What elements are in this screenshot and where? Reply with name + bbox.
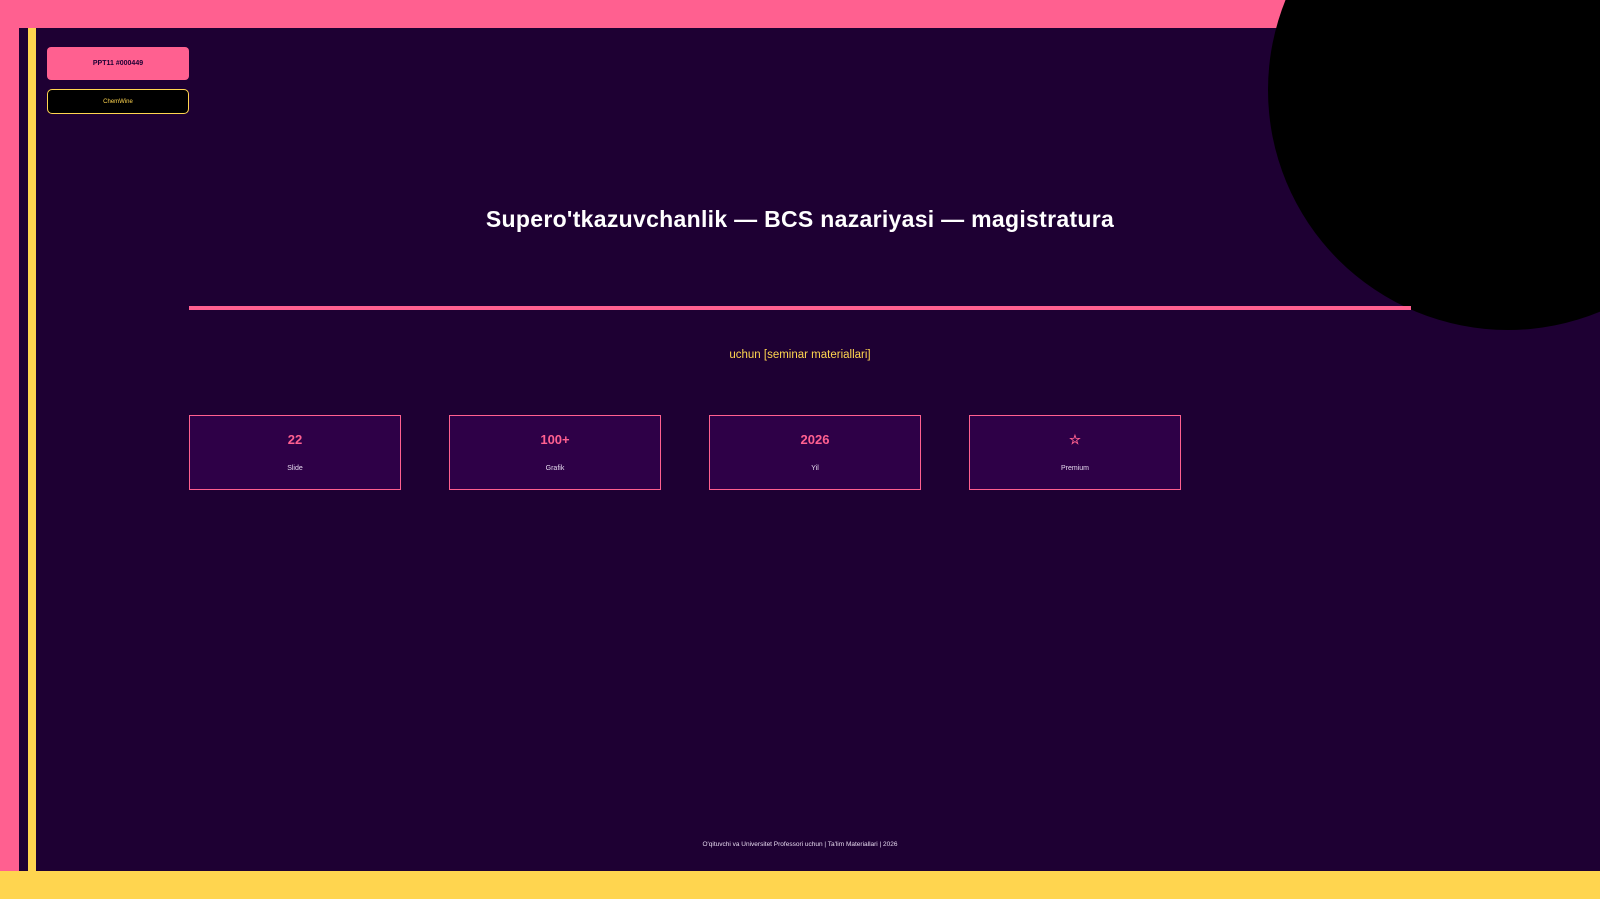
stat-label: Slide xyxy=(287,465,303,472)
slide-subtitle: uchun [seminar materiallari] xyxy=(729,349,871,361)
stat-card-premium: ☆ Premium xyxy=(969,415,1181,490)
stat-value: 100+ xyxy=(540,432,570,447)
footer-text: O'qituvchi va Universitet Professori uch… xyxy=(702,841,898,848)
stat-label: Premium xyxy=(1060,465,1089,472)
stat-card-graphics: 100+ Grafik xyxy=(449,415,661,490)
slide-id-badge: PPT11 #000449 xyxy=(47,47,189,80)
bottom-accent-bar xyxy=(0,871,1600,899)
stat-card-slides: 22 Slide xyxy=(189,415,401,490)
stat-card-year: 2026 Yil xyxy=(709,415,921,490)
left-accent-bar xyxy=(0,0,19,871)
title-divider xyxy=(189,306,1411,310)
brand-tag: ChemWine xyxy=(47,89,189,114)
star-icon: ☆ xyxy=(1069,432,1081,447)
stat-label: Yil xyxy=(811,465,819,472)
left-accent-stripe xyxy=(28,28,36,871)
stat-label: Grafik xyxy=(545,465,565,472)
decorative-circle xyxy=(1268,0,1600,330)
stat-value: 2026 xyxy=(800,432,830,447)
slide: PPT11 #000449 ChemWine Supero'tkazuvchan… xyxy=(0,0,1600,899)
slide-title: Supero'tkazuvchanlik — BCS nazariyasi — … xyxy=(485,206,1115,232)
stat-value: 22 xyxy=(287,432,303,447)
